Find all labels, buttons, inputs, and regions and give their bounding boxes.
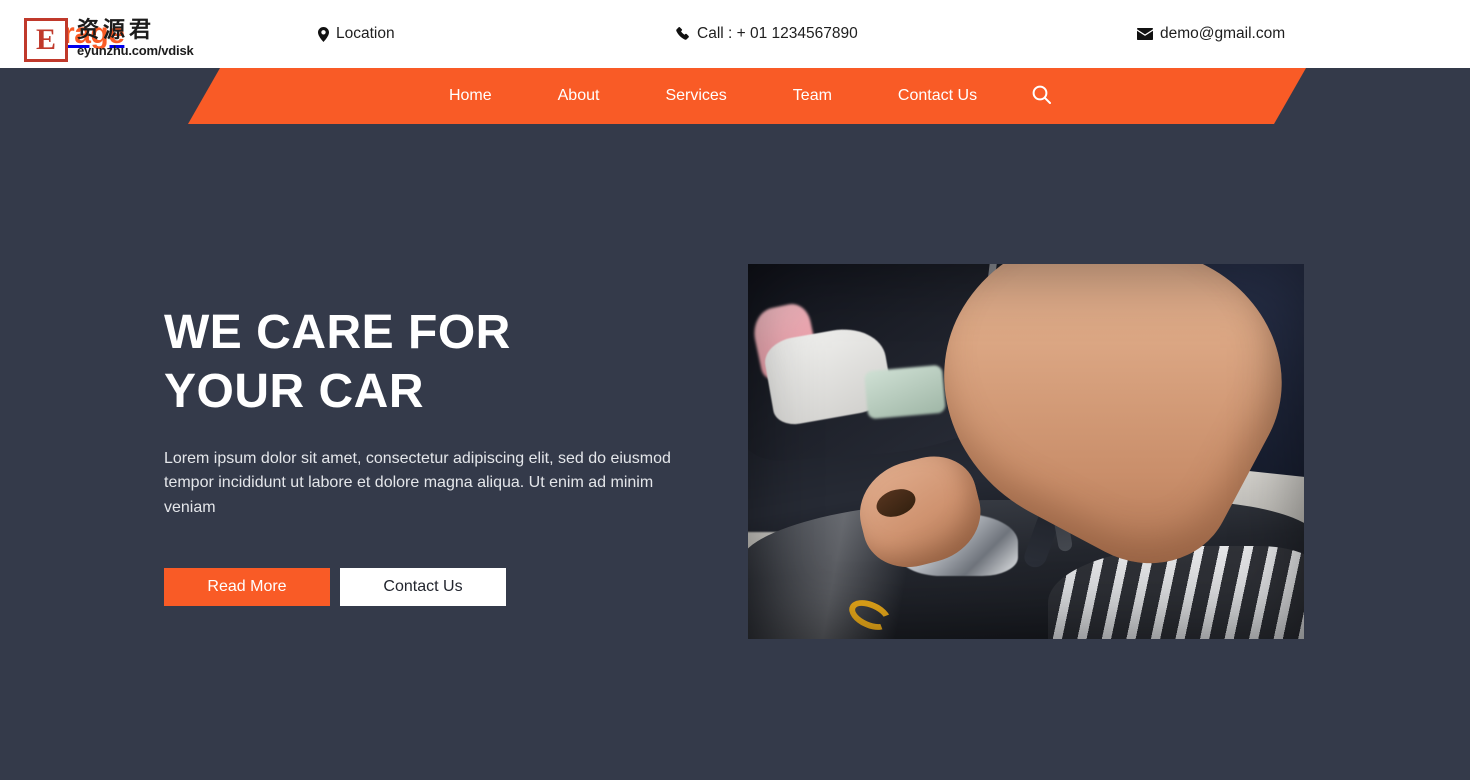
nav-item-team[interactable]: Team (760, 68, 865, 124)
nav-item-about[interactable]: About (525, 68, 633, 124)
header-contact-location[interactable]: Location (318, 0, 395, 68)
read-more-button[interactable]: Read More (164, 568, 330, 607)
hero-section: WE CARE FOR YOUR CAR Lorem ipsum dolor s… (0, 124, 1470, 780)
hero-description: Lorem ipsum dolor sit amet, consectetur … (164, 450, 671, 516)
nav-item-home[interactable]: Home (416, 68, 525, 124)
hero-image-vignette (748, 264, 1304, 639)
header-contact-email[interactable]: demo@gmail.com (1137, 0, 1285, 68)
main-navigation: Home About Services Team Contact Us (0, 68, 1470, 124)
map-pin-icon (318, 26, 329, 42)
watermark-url: eyunzhu.com/vdisk (77, 43, 194, 59)
watermark-badge-icon: E (24, 18, 68, 62)
hero-button-group: Read More Contact Us (164, 568, 724, 607)
watermark-overlay: E 资源君 eyunzhu.com/vdisk (24, 18, 194, 62)
envelope-icon (1137, 28, 1153, 40)
header-contact-email-label: demo@gmail.com (1160, 25, 1286, 42)
nav-item-contact-us[interactable]: Contact Us (865, 68, 1010, 124)
hero-text-block: WE CARE FOR YOUR CAR Lorem ipsum dolor s… (164, 304, 724, 607)
watermark-badge-letter: E (35, 23, 56, 56)
phone-icon (676, 27, 690, 41)
search-button[interactable] (1028, 83, 1054, 109)
hero-image (748, 264, 1304, 639)
watermark-text-group: 资源君 eyunzhu.com/vdisk (77, 18, 194, 59)
search-icon (1032, 85, 1051, 107)
header-contact-location-label: Location (336, 25, 395, 42)
header-contact-phone[interactable]: Call : + 01 1234567890 (676, 0, 858, 68)
nav-item-services[interactable]: Services (632, 68, 759, 124)
header-contact-phone-label: Call : + 01 1234567890 (697, 25, 858, 42)
watermark-chinese-text: 资源君 (77, 18, 156, 43)
hero-title: WE CARE FOR YOUR CAR (164, 306, 511, 418)
top-header-bar: Garage E 资源君 eyunzhu.com/vdisk Location … (0, 0, 1470, 68)
contact-us-button[interactable]: Contact Us (340, 568, 506, 607)
navigation-links: Home About Services Team Contact Us (0, 68, 1470, 124)
